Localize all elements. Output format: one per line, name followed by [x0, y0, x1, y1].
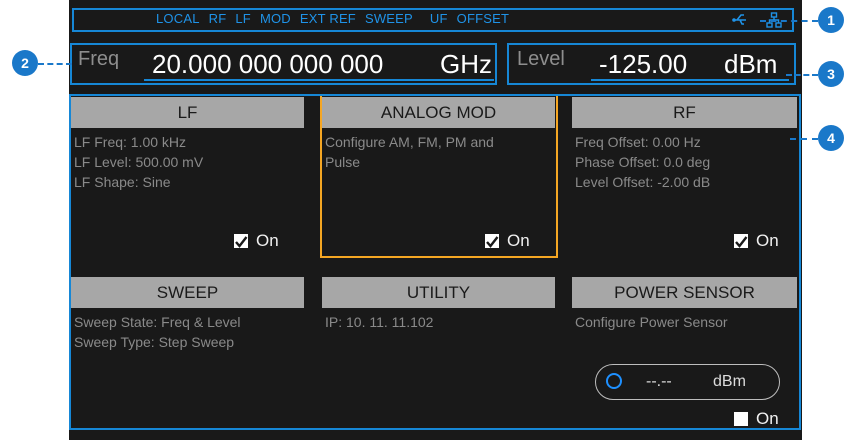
level-underline: [591, 79, 789, 81]
status-offset: OFFSET: [456, 11, 510, 26]
freq-value: 20.000 000 000 000: [152, 49, 384, 79]
status-bar: LOCAL RF LF MOD EXT REF SWEEP UF OFFSET: [72, 8, 794, 32]
status-indicators: LOCAL RF LF MOD EXT REF SWEEP UF OFFSET: [156, 11, 518, 26]
freq-display[interactable]: Freq 20.000 000 000 000 GHz: [70, 43, 497, 85]
level-display[interactable]: Level -125.00 dBm: [507, 43, 796, 85]
status-uf: UF: [429, 11, 448, 26]
callout-4: 4: [818, 125, 844, 151]
status-rf: RF: [208, 11, 227, 26]
callout-2: 2: [12, 50, 38, 76]
status-ext-ref: EXT REF: [299, 11, 356, 26]
usb-icon: [732, 14, 746, 25]
callout-3-line: [786, 74, 818, 76]
callout-3: 3: [818, 61, 844, 87]
status-local: LOCAL: [156, 11, 200, 26]
level-label: Level: [517, 48, 565, 70]
callout-1: 1: [818, 7, 844, 33]
callout-2-line: [38, 63, 72, 65]
status-mod: MOD: [259, 11, 291, 26]
function-grid-outline: [69, 94, 801, 430]
level-value: -125.00: [599, 49, 688, 79]
callout-1-line: [760, 20, 818, 22]
callout-4-line: [790, 138, 818, 140]
status-lf: LF: [235, 11, 251, 26]
level-unit: dBm: [724, 49, 778, 79]
freq-label: Freq: [78, 48, 120, 70]
status-sweep: SWEEP: [364, 11, 413, 26]
freq-underline: [144, 79, 494, 81]
freq-unit: GHz: [440, 49, 492, 79]
